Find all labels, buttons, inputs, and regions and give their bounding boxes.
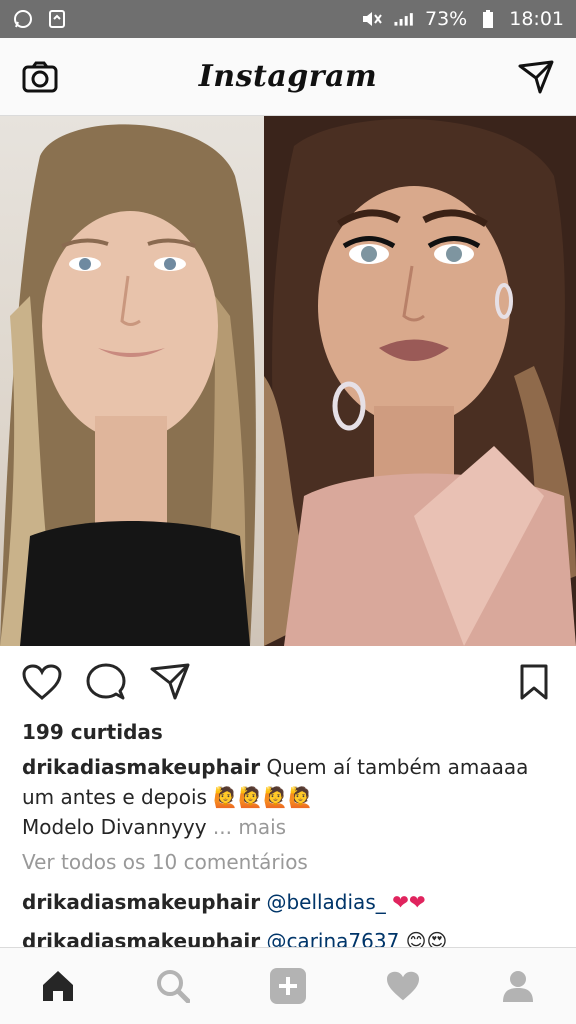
post-actions <box>0 660 576 708</box>
like-count[interactable]: 199 curtidas <box>22 720 163 744</box>
camera-button[interactable] <box>20 57 60 97</box>
bottom-navigation <box>0 947 576 1024</box>
status-bar: 73% 18:01 <box>0 0 576 38</box>
add-icon <box>269 968 306 1004</box>
comment-mention[interactable]: @belladias_ <box>266 890 385 914</box>
nav-activity[interactable] <box>379 962 427 1010</box>
post-image[interactable] <box>0 116 576 646</box>
search-icon <box>156 970 190 1003</box>
nav-add-post[interactable] <box>264 962 312 1010</box>
comment-username[interactable]: drikadiasmakeuphair <box>22 890 260 914</box>
recycle-icon <box>46 8 68 30</box>
caption-line-2: Modelo Divannyyy <box>22 815 207 839</box>
comment-username[interactable]: drikadiasmakeuphair <box>22 929 260 947</box>
nav-search[interactable] <box>149 962 197 1010</box>
signal-icon <box>393 8 415 30</box>
mute-icon <box>361 8 383 30</box>
save-button[interactable] <box>512 660 556 704</box>
bookmark-icon <box>520 664 548 700</box>
caption-emoji: 🙋🙋🙋🙋 <box>213 785 313 809</box>
send-icon <box>518 60 554 93</box>
app-logo: Instagram <box>198 59 378 94</box>
heart-icon <box>22 664 62 700</box>
comment-mention[interactable]: @carina7637 <box>266 929 399 947</box>
like-button[interactable] <box>20 660 64 704</box>
send-icon <box>150 663 190 700</box>
comment-icon <box>86 663 126 700</box>
caption-username[interactable]: drikadiasmakeuphair <box>22 755 260 779</box>
before-photo <box>0 116 264 646</box>
battery-percent: 73% <box>425 8 468 30</box>
heart-icon <box>387 971 420 1001</box>
profile-icon <box>503 971 534 1002</box>
comment-button[interactable] <box>84 660 128 704</box>
comment-item: drikadiasmakeuphair @carina7637 😊😍 <box>22 929 447 947</box>
comment-item: drikadiasmakeuphair @belladias_ ❤❤ <box>22 890 426 914</box>
camera-icon <box>22 61 58 92</box>
post-caption: drikadiasmakeuphair Quem aí também amaaa… <box>22 752 562 842</box>
clock: 18:01 <box>509 8 564 30</box>
app-header: Instagram <box>0 38 576 116</box>
after-photo <box>264 116 576 646</box>
direct-message-button[interactable] <box>516 57 556 97</box>
share-button[interactable] <box>148 660 192 704</box>
nav-home[interactable] <box>34 962 82 1010</box>
view-all-comments-link[interactable]: Ver todos os 10 comentários <box>22 850 308 874</box>
nav-profile[interactable] <box>494 962 542 1010</box>
comment-emoji: 😊😍 <box>405 929 448 947</box>
home-icon <box>42 971 73 1001</box>
whatsapp-icon <box>12 8 34 30</box>
more-link[interactable]: ... mais <box>213 815 286 839</box>
comment-emoji: ❤❤ <box>392 890 426 914</box>
battery-icon <box>477 8 499 30</box>
